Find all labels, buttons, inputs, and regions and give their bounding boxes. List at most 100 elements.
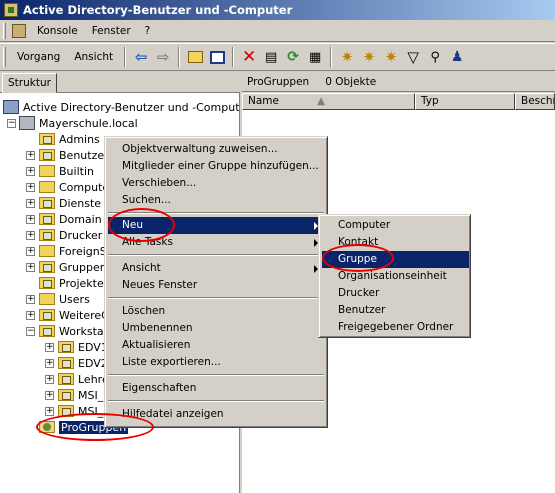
submenu-item-freigegebener-ordner[interactable]: Freigegebener Ordner: [322, 319, 469, 336]
toolbar-grip[interactable]: [3, 47, 6, 67]
folder-icon: [39, 181, 55, 193]
new-ou-icon[interactable]: ✷: [380, 46, 402, 68]
tree-item-lehrer[interactable]: Lehre: [58, 371, 109, 387]
tree-item-builtin[interactable]: Builtin: [39, 163, 94, 179]
expand-toggle[interactable]: +: [26, 151, 35, 160]
ou-folder-icon: [39, 309, 55, 321]
menu-help[interactable]: ?: [138, 22, 158, 41]
submenu-item-organisationseinheit[interactable]: Organisationseinheit: [322, 268, 469, 285]
title-bar: Active Directory-Benutzer und -Computer: [0, 0, 555, 20]
expand-toggle[interactable]: +: [26, 247, 35, 256]
expand-toggle[interactable]: +: [45, 343, 54, 352]
menu-item-liste-exportieren[interactable]: Liste exportieren...: [108, 354, 324, 371]
submenu-item-computer[interactable]: Computer: [322, 217, 469, 234]
expand-toggle[interactable]: +: [45, 375, 54, 384]
export-icon[interactable]: ▦: [304, 46, 326, 68]
submenu-item-drucker[interactable]: Drucker: [322, 285, 469, 302]
tree-item-foreignsecurity[interactable]: ForeignS: [39, 243, 107, 259]
ad-icon: [3, 100, 19, 114]
object-count: 0 Objekte: [325, 75, 377, 88]
back-arrow-icon[interactable]: ⇦: [130, 46, 152, 68]
menu-vorgang[interactable]: Vorgang: [10, 47, 67, 67]
expand-toggle[interactable]: +: [26, 183, 35, 192]
tree-item-admins[interactable]: Admins: [39, 131, 100, 147]
filter-icon[interactable]: ▽: [402, 46, 424, 68]
menu-item-loeschen[interactable]: Löschen: [108, 303, 324, 320]
tab-struktur[interactable]: Struktur: [2, 73, 57, 93]
show-hide-tree-icon[interactable]: [206, 46, 228, 68]
collapse-toggle[interactable]: −: [7, 119, 16, 128]
tree-item-weiterecomputer[interactable]: WeitereC: [39, 307, 109, 323]
tree-item-domain-controllers[interactable]: Domain C: [39, 211, 113, 227]
expand-toggle[interactable]: +: [45, 391, 54, 400]
tree-item-edv1[interactable]: EDV1: [58, 339, 108, 355]
context-menu: Objektverwaltung zuweisen... Mitglieder …: [104, 136, 328, 428]
folder-icon: [39, 293, 55, 305]
expand-toggle[interactable]: +: [26, 215, 35, 224]
add-to-group-icon[interactable]: ♟: [446, 46, 468, 68]
collapse-toggle[interactable]: −: [26, 327, 35, 336]
ou-folder-icon: [39, 325, 55, 337]
expand-toggle[interactable]: +: [26, 199, 35, 208]
column-name[interactable]: Name ▲: [242, 93, 415, 110]
menu-item-neu[interactable]: Neu: [108, 217, 324, 234]
tree-domain[interactable]: Mayerschule.local: [19, 115, 138, 131]
menubar-grip[interactable]: [3, 23, 6, 39]
expand-toggle[interactable]: +: [45, 359, 54, 368]
menu-item-umbenennen[interactable]: Umbenennen: [108, 320, 324, 337]
folder-icon: [39, 245, 55, 257]
menu-item-mitglieder-hinzufuegen[interactable]: Mitglieder einer Gruppe hinzufügen...: [108, 158, 324, 175]
menu-separator: [108, 400, 324, 402]
menu-item-verschieben[interactable]: Verschieben...: [108, 175, 324, 192]
tree-item-edv2[interactable]: EDV2: [58, 355, 108, 371]
menu-item-alle-tasks[interactable]: Alle Tasks: [108, 234, 324, 251]
tree-root[interactable]: Active Directory-Benutzer und -Computer …: [3, 99, 239, 115]
tree-item-workstations[interactable]: Workstat: [39, 323, 108, 339]
menu-item-aktualisieren[interactable]: Aktualisieren: [108, 337, 324, 354]
menu-item-eigenschaften[interactable]: Eigenschaften: [108, 380, 324, 397]
toolbar-separator: [330, 47, 333, 67]
menu-item-hilfedatei[interactable]: Hilfedatei anzeigen: [108, 406, 324, 423]
menu-item-ansicht[interactable]: Ansicht: [108, 260, 324, 277]
tree-item-users[interactable]: Users: [39, 291, 90, 307]
tree-item-computer[interactable]: Computer: [39, 179, 114, 195]
menu-bar: Konsole Fenster ?: [0, 21, 555, 42]
ou-folder-icon: [58, 341, 74, 353]
expand-toggle[interactable]: +: [26, 167, 35, 176]
submenu-item-gruppe[interactable]: Gruppe: [322, 251, 469, 268]
tree-item-drucker[interactable]: Drucker: [39, 227, 102, 243]
menu-ansicht[interactable]: Ansicht: [67, 47, 120, 67]
properties-icon[interactable]: ▤: [260, 46, 282, 68]
expand-toggle[interactable]: +: [26, 263, 35, 272]
expand-toggle[interactable]: +: [26, 231, 35, 240]
ou-folder-icon: [58, 357, 74, 369]
tree-item-msi-1[interactable]: MSI_: [58, 387, 103, 403]
ou-folder-icon: [39, 229, 55, 241]
menu-item-objektverwaltung[interactable]: Objektverwaltung zuweisen...: [108, 141, 324, 158]
delete-icon[interactable]: ✕: [238, 46, 260, 68]
menu-konsole[interactable]: Konsole: [30, 22, 85, 41]
tree-item-msi-2[interactable]: MSI_: [58, 403, 103, 419]
submenu-item-kontakt[interactable]: Kontakt: [322, 234, 469, 251]
tree-item-gruppen[interactable]: Gruppen: [39, 259, 107, 275]
new-group-icon[interactable]: ✷: [358, 46, 380, 68]
expand-toggle[interactable]: +: [26, 295, 35, 304]
tree-item-benutzer[interactable]: Benutzer: [39, 147, 109, 163]
tree-item-projekte[interactable]: Projekte: [39, 275, 104, 291]
expand-toggle[interactable]: +: [45, 407, 54, 416]
refresh-icon[interactable]: ⟳: [282, 46, 304, 68]
column-typ[interactable]: Typ: [415, 93, 515, 110]
column-beschreibung[interactable]: Beschr: [515, 93, 555, 110]
up-folder-icon[interactable]: [184, 46, 206, 68]
menu-item-neues-fenster[interactable]: Neues Fenster: [108, 277, 324, 294]
new-user-icon[interactable]: ✷: [336, 46, 358, 68]
find-icon[interactable]: ⚲: [424, 46, 446, 68]
expand-toggle[interactable]: +: [26, 311, 35, 320]
submenu-item-benutzer[interactable]: Benutzer: [322, 302, 469, 319]
menu-item-suchen[interactable]: Suchen...: [108, 192, 324, 209]
folder-icon: [39, 165, 55, 177]
tree-item-dienste[interactable]: Dienste: [39, 195, 101, 211]
forward-arrow-icon[interactable]: ⇨: [152, 46, 174, 68]
menu-fenster[interactable]: Fenster: [85, 22, 138, 41]
menu-separator: [108, 212, 324, 214]
